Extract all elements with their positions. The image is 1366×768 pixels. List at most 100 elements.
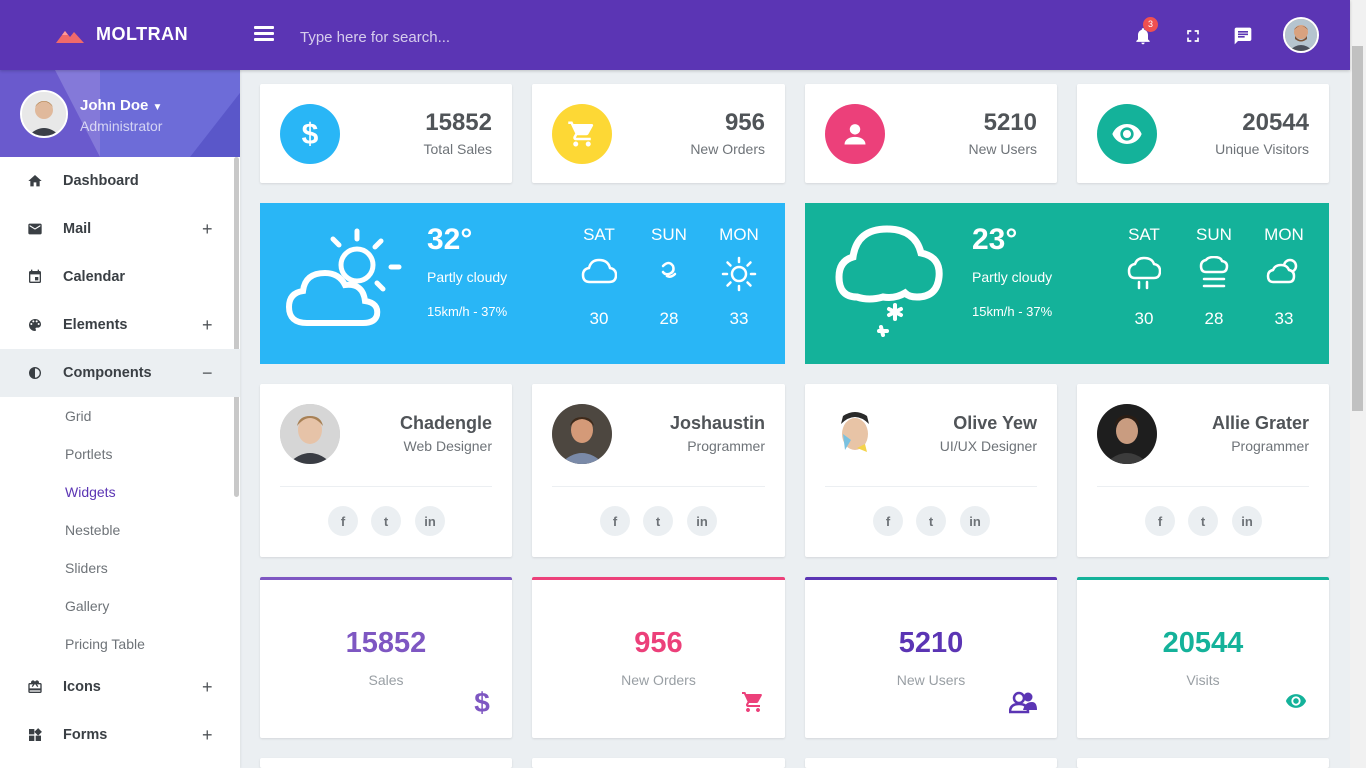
- profile-name: Joshaustin: [669, 413, 765, 433]
- divider: [280, 486, 492, 487]
- forecast-day: MON: [1264, 225, 1304, 244]
- weather-wind: 15km/h - 37%: [427, 304, 508, 319]
- users-icon: [1009, 691, 1037, 714]
- contrast-icon: [26, 365, 43, 382]
- sidebar-item-elements[interactable]: Elements +: [0, 301, 240, 349]
- divider: [825, 486, 1037, 487]
- facebook-icon[interactable]: f: [328, 506, 358, 536]
- profile-role: Programmer: [687, 438, 765, 454]
- sidebar-subitem-pricing-table[interactable]: Pricing Table: [0, 625, 240, 663]
- stat-label: Total Sales: [423, 141, 492, 157]
- kpi-card-sales: 15852 Sales $: [260, 577, 512, 738]
- stat-label: New Users: [968, 141, 1037, 157]
- twitter-icon[interactable]: t: [371, 506, 401, 536]
- search-input[interactable]: [300, 26, 700, 48]
- linkedin-icon[interactable]: in: [1232, 506, 1262, 536]
- brand-logo[interactable]: MOLTRAN: [56, 24, 188, 45]
- kpi-card-new-users: 5210 New Users: [805, 577, 1057, 738]
- gift-icon: [26, 679, 43, 696]
- card-partial: [260, 758, 512, 768]
- stat-card-total-sales: $ 15852 Total Sales: [260, 84, 512, 183]
- page-scrollbar-thumb[interactable]: [1352, 46, 1363, 411]
- weather-condition: Partly cloudy: [972, 269, 1053, 285]
- sidebar: John Doe ▼ Administrator Dashboard Mail …: [0, 70, 240, 768]
- forecast-day: SUN: [651, 225, 687, 244]
- kpi-value: 956: [634, 627, 683, 659]
- cloud-icon: [569, 256, 629, 292]
- profile-name: Olive Yew: [953, 413, 1037, 433]
- stat-value: 20544: [1242, 109, 1309, 136]
- page-scrollbar[interactable]: [1350, 0, 1366, 768]
- swirl-icon: [639, 256, 699, 292]
- sidebar-subitem-gallery[interactable]: Gallery: [0, 587, 240, 625]
- sidebar-subitem-grid[interactable]: Grid: [0, 397, 240, 435]
- linkedin-icon[interactable]: in: [687, 506, 717, 536]
- svg-text:$: $: [302, 119, 319, 149]
- card-partial: [532, 758, 785, 768]
- brand-name: MOLTRAN: [96, 24, 189, 44]
- menu-toggle-button[interactable]: [254, 26, 274, 42]
- stat-value: 15852: [425, 109, 492, 136]
- fullscreen-icon[interactable]: [1183, 26, 1203, 46]
- logo-mountain-icon: [56, 30, 84, 43]
- sidebar-subitem-sliders[interactable]: Sliders: [0, 549, 240, 587]
- sidebar-subitem-portlets[interactable]: Portlets: [0, 435, 240, 473]
- sidebar-user-name[interactable]: John Doe ▼: [80, 97, 162, 114]
- svg-text:$: $: [474, 688, 490, 716]
- sidebar-item-calendar[interactable]: Calendar: [0, 253, 240, 301]
- kpi-value: 20544: [1162, 627, 1244, 659]
- profile-role: Programmer: [1231, 438, 1309, 454]
- divider: [552, 486, 765, 487]
- chat-icon[interactable]: [1233, 26, 1253, 46]
- stat-value: 956: [724, 109, 765, 136]
- profile-photo[interactable]: [552, 404, 612, 464]
- weather-wind: 15km/h - 37%: [972, 304, 1053, 319]
- facebook-icon[interactable]: f: [600, 506, 630, 536]
- kpi-value: 5210: [898, 627, 964, 659]
- linkedin-icon[interactable]: in: [415, 506, 445, 536]
- fog-icon: [1184, 256, 1244, 292]
- sidebar-item-dashboard[interactable]: Dashboard: [0, 157, 240, 205]
- linkedin-icon[interactable]: in: [960, 506, 990, 536]
- dollar-icon: $: [280, 104, 340, 164]
- twitter-icon[interactable]: t: [916, 506, 946, 536]
- sidebar-item-mail[interactable]: Mail +: [0, 205, 240, 253]
- forecast-day: SAT: [1128, 225, 1160, 244]
- profile-card: Chadengle Web Designer f t in: [260, 384, 512, 557]
- kpi-label: Sales: [368, 672, 404, 688]
- profile-photo[interactable]: [280, 404, 340, 464]
- kpi-value: 15852: [345, 627, 427, 659]
- profile-card: Olive Yew UI/UX Designer f t in: [805, 384, 1057, 557]
- profile-photo[interactable]: [825, 404, 885, 464]
- kpi-label: New Orders: [621, 672, 696, 688]
- sidebar-subitem-widgets[interactable]: Widgets: [0, 473, 240, 511]
- profile-role: Web Designer: [403, 438, 492, 454]
- stat-card-new-orders: 956 New Orders: [532, 84, 785, 183]
- profile-role: UI/UX Designer: [939, 438, 1037, 454]
- profile-card: Joshaustin Programmer f t in: [532, 384, 785, 557]
- profile-avatar[interactable]: [1283, 17, 1319, 53]
- twitter-icon[interactable]: t: [1188, 506, 1218, 536]
- forecast-value: 28: [1204, 309, 1224, 328]
- profile-photo[interactable]: [1097, 404, 1157, 464]
- kpi-label: New Users: [896, 672, 966, 688]
- facebook-icon[interactable]: f: [1145, 506, 1175, 536]
- sidebar-item-forms[interactable]: Forms +: [0, 711, 240, 759]
- cloud-wind-icon: [835, 225, 943, 337]
- forecast-value: 28: [659, 309, 679, 328]
- forecast-value: 30: [589, 309, 609, 328]
- sidebar-avatar[interactable]: [20, 90, 68, 138]
- sidebar-subitem-nesteble[interactable]: Nesteble: [0, 511, 240, 549]
- calendar-icon: [26, 269, 43, 286]
- forecast-day: SUN: [1196, 225, 1232, 244]
- sidebar-item-components[interactable]: Components −: [0, 349, 240, 397]
- weather-widget-2: 23° Partly cloudy 15km/h - 37% SAT 30 SU…: [805, 203, 1329, 364]
- sidebar-item-icons[interactable]: Icons +: [0, 663, 240, 711]
- stat-label: Unique Visitors: [1215, 141, 1309, 157]
- twitter-icon[interactable]: t: [643, 506, 673, 536]
- weather-temperature: 23°: [972, 223, 1018, 256]
- weather-widget-1: 32° Partly cloudy 15km/h - 37% SAT 30 SU…: [260, 203, 785, 364]
- facebook-icon[interactable]: f: [873, 506, 903, 536]
- caret-down-icon: ▼: [152, 102, 163, 113]
- widgets-icon: [26, 727, 43, 744]
